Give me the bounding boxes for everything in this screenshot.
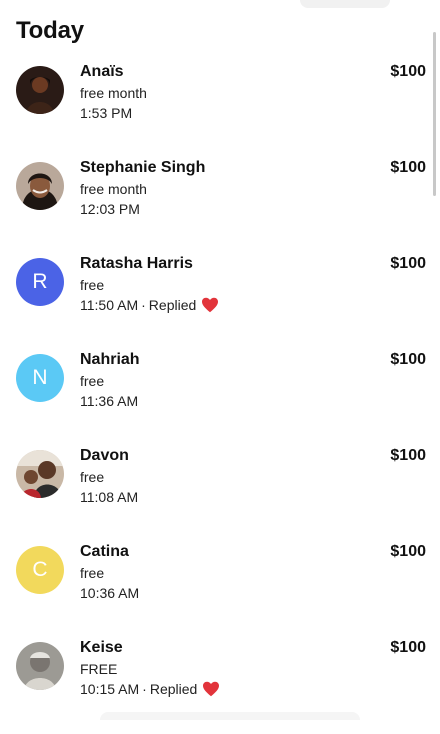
heart-icon <box>202 681 220 697</box>
time-line: 11:36 AM <box>80 392 138 410</box>
plan-label: free <box>80 277 105 293</box>
plan-label: FREE <box>80 661 118 677</box>
timestamp: 10:36 AM <box>80 585 140 601</box>
avatar <box>16 450 64 498</box>
contact-name: Anaïs <box>80 63 124 80</box>
reply-status: Replied <box>148 297 197 313</box>
contact-name: Nahriah <box>80 351 140 368</box>
timestamp: 10:15 AM <box>80 681 140 697</box>
contact-name: Davon <box>80 447 129 464</box>
plan-label: free month <box>80 85 147 101</box>
plan-label: free month <box>80 181 147 197</box>
user-photo-icon <box>16 66 64 114</box>
time-line: 1:53 PM <box>80 104 132 122</box>
tips-list: Anaïs $100 free month 1:53 PM Stephanie … <box>0 62 440 734</box>
user-photo-icon <box>16 162 64 210</box>
timestamp: 11:50 AM <box>80 297 139 313</box>
avatar-letter: C <box>32 558 48 581</box>
amount: $100 <box>390 63 426 80</box>
avatar <box>16 162 64 210</box>
plan-label: free <box>80 373 105 389</box>
top-edge <box>300 0 390 8</box>
contact-name: Stephanie Singh <box>80 159 206 176</box>
reply-status: Replied <box>149 681 198 697</box>
time-line: 12:03 PM <box>80 200 140 218</box>
contact-name: Catina <box>80 543 129 560</box>
amount: $100 <box>390 159 426 176</box>
separator: · <box>141 297 146 313</box>
amount: $100 <box>390 351 426 368</box>
section-title: Today <box>16 17 84 44</box>
amount: $100 <box>390 447 426 464</box>
timestamp: 1:53 PM <box>80 105 133 121</box>
heart-icon <box>201 297 219 313</box>
avatar <box>16 66 64 114</box>
timestamp: 12:03 PM <box>80 201 140 217</box>
timestamp: 11:36 AM <box>80 393 139 409</box>
amount: $100 <box>390 255 426 272</box>
list-item[interactable]: Davon $100 free 11:08 AM <box>0 446 440 542</box>
avatar-letter: R <box>32 270 48 293</box>
contact-name: Ratasha Harris <box>80 255 193 272</box>
avatar-letter: N <box>32 366 48 389</box>
time-line: 10:36 AM <box>80 584 139 602</box>
avatar <box>16 642 64 690</box>
list-item[interactable]: Anaïs $100 free month 1:53 PM <box>0 62 440 158</box>
time-line: 11:50 AM · Replied <box>80 296 219 314</box>
avatar-initial: C <box>16 546 64 594</box>
time-line: 10:15 AM · Replied <box>80 680 220 698</box>
amount: $100 <box>390 639 426 656</box>
bottom-edge <box>100 712 360 720</box>
list-item[interactable]: N Nahriah $100 free 11:36 AM <box>0 350 440 446</box>
amount: $100 <box>390 543 426 560</box>
timestamp: 11:08 AM <box>80 489 139 505</box>
avatar-initial: R <box>16 258 64 306</box>
plan-label: free <box>80 469 105 485</box>
avatar-initial: N <box>16 354 64 402</box>
list-item[interactable]: Stephanie Singh $100 free month 12:03 PM <box>0 158 440 254</box>
separator: · <box>142 681 147 697</box>
contact-name: Keise <box>80 639 123 656</box>
time-line: 11:08 AM <box>80 488 138 506</box>
user-photo-icon <box>16 450 64 498</box>
list-item[interactable]: C Catina $100 free 10:36 AM <box>0 542 440 638</box>
plan-label: free <box>80 565 105 581</box>
list-item[interactable]: R Ratasha Harris $100 free 11:50 AM · Re… <box>0 254 440 350</box>
user-photo-icon <box>16 642 64 690</box>
